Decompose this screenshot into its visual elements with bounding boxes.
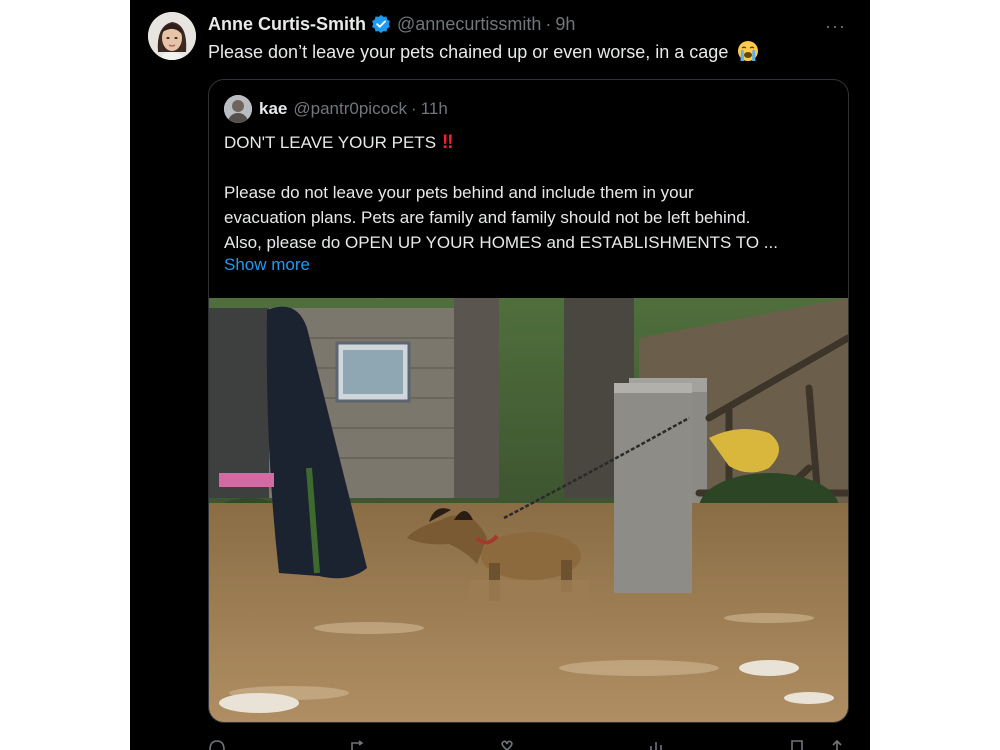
tweet-text: Please don’t leave your pets chained up … — [208, 40, 759, 67]
repost-icon[interactable] — [350, 740, 368, 750]
double-exclamation-emoji-icon: ‼ — [442, 132, 454, 153]
quoted-body-line: evacuation plans. Pets are family and fa… — [224, 208, 751, 227]
quoted-author-handle[interactable]: @pantr0picock — [293, 99, 407, 119]
more-options-icon[interactable]: ··· — [825, 16, 846, 37]
author-name[interactable]: Anne Curtis-Smith — [208, 14, 366, 35]
tweet-text-content: Please don’t leave your pets chained up … — [208, 42, 729, 62]
quoted-header-separator: · — [411, 99, 417, 118]
tweet-header: Anne Curtis-Smith @annecurtissmith · 9h — [208, 13, 575, 35]
author-handle[interactable]: @annecurtissmith — [397, 14, 541, 35]
header-separator: · — [545, 13, 552, 34]
quoted-title-text: DON'T LEAVE YOUR PETS — [224, 133, 437, 152]
verified-badge-icon — [371, 14, 391, 34]
quoted-author-avatar[interactable] — [224, 95, 252, 123]
like-icon[interactable] — [498, 740, 516, 750]
quoted-tweet-header: kae @pantr0picock · 11h — [259, 99, 448, 119]
tweet-time[interactable]: 9h — [555, 14, 575, 35]
quoted-tweet-card[interactable]: kae @pantr0picock · 11h DON'T LEAVE YOUR… — [208, 79, 849, 723]
share-icon[interactable] — [830, 740, 844, 750]
quoted-body-line: Also, please do OPEN UP YOUR HOMES and E… — [224, 233, 778, 252]
crying-face-emoji-icon — [737, 40, 759, 67]
author-avatar[interactable] — [148, 12, 196, 60]
tweet-actions — [208, 740, 848, 750]
show-more-link[interactable]: Show more — [224, 255, 310, 275]
bookmark-icon[interactable] — [790, 740, 804, 750]
tweet-panel: Anne Curtis-Smith @annecurtissmith · 9h … — [130, 0, 870, 750]
quoted-tweet-photo[interactable] — [209, 298, 848, 722]
views-icon[interactable] — [648, 740, 666, 750]
quoted-body-line: Please do not leave your pets behind and… — [224, 183, 694, 202]
quoted-tweet-time[interactable]: 11h — [421, 99, 448, 119]
quoted-body: Please do not leave your pets behind and… — [224, 180, 834, 255]
quoted-title: DON'T LEAVE YOUR PETS ‼ — [224, 132, 454, 154]
reply-icon[interactable] — [208, 740, 226, 750]
quoted-author-name[interactable]: kae — [259, 99, 287, 119]
